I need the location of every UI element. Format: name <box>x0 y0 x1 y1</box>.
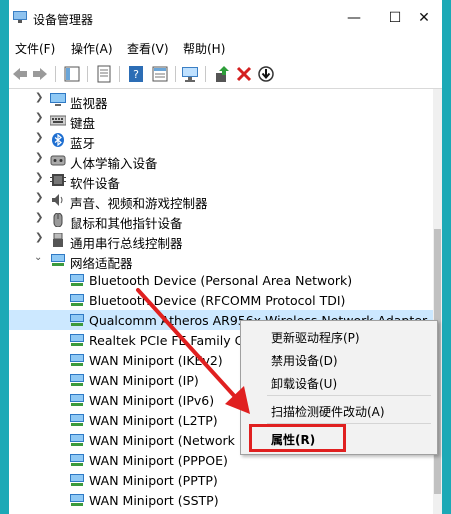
minimize-button[interactable]: — <box>334 0 374 36</box>
tree-item-hid[interactable]: ❯ 人体学输入设备 <box>9 150 433 171</box>
desktop-edge-right <box>442 0 451 514</box>
adapter-item[interactable]: WAN Miniport (PPTP) <box>9 470 433 490</box>
uninstall-x-icon[interactable] <box>235 65 253 83</box>
adapter-label: WAN Miniport (L2TP) <box>89 413 218 428</box>
monitor-scan-icon[interactable] <box>181 65 199 83</box>
adapter-item[interactable]: Bluetooth Device (RFCOMM Protocol TDI) <box>9 290 433 310</box>
tree-item-mouse[interactable]: ❯ 鼠标和其他指针设备 <box>9 210 433 231</box>
adapter-label: WAN Miniport (PPTP) <box>89 473 218 488</box>
collapse-arrow-icon[interactable]: ⌄ <box>34 252 42 263</box>
expand-arrow-icon[interactable]: ❯ <box>35 192 43 203</box>
network-adapter-icon <box>70 394 84 406</box>
network-adapter-icon <box>70 334 84 346</box>
network-adapter-icon <box>70 434 84 446</box>
network-adapter-icon <box>70 314 84 326</box>
tree-item-usb[interactable]: ❯ 通用串行总线控制器 <box>9 230 433 251</box>
network-adapter-icon <box>70 414 84 426</box>
details-view-icon[interactable] <box>151 65 169 83</box>
menu-uninstall-device[interactable]: 卸载设备(U) <box>271 375 337 392</box>
annotation-highlight-box <box>249 424 346 452</box>
adapter-label: Bluetooth Device (Personal Area Network) <box>89 273 353 288</box>
menu-help[interactable]: 帮助(H) <box>183 40 225 57</box>
help-icon[interactable]: ? <box>127 65 145 83</box>
expand-arrow-icon[interactable]: ❯ <box>35 232 43 243</box>
keyboard-icon <box>50 115 66 126</box>
tree-item-software-devices[interactable]: ❯ 软件设备 <box>9 170 433 191</box>
network-adapter-icon <box>70 494 84 506</box>
adapter-label: WAN Miniport (IPv6) <box>89 393 215 408</box>
desktop-edge-left <box>0 0 9 514</box>
properties-sheet-icon[interactable] <box>95 65 113 83</box>
download-circle-icon[interactable] <box>257 65 275 83</box>
hid-icon <box>50 155 66 166</box>
update-driver-icon[interactable] <box>213 65 231 83</box>
network-adapter-icon <box>70 374 84 386</box>
window-title: 设备管理器 <box>33 13 94 27</box>
sound-icon <box>52 194 63 206</box>
console-tree-icon[interactable] <box>63 65 81 83</box>
adapter-label: WAN Miniport (SSTP) <box>89 493 219 508</box>
software-device-icon <box>50 174 66 186</box>
network-adapter-icon <box>70 354 84 366</box>
adapter-label: WAN Miniport (Network <box>89 433 235 448</box>
menu-scan-hardware[interactable]: 扫描检测硬件改动(A) <box>271 403 385 420</box>
expand-arrow-icon[interactable]: ❯ <box>35 152 43 163</box>
device-manager-app-icon <box>13 11 27 23</box>
adapter-label: WAN Miniport (IP) <box>89 373 199 388</box>
adapter-label: Bluetooth Device (RFCOMM Protocol TDI) <box>89 293 346 308</box>
menu-file[interactable]: 文件(F) <box>15 40 55 57</box>
toolbar: ? <box>9 60 442 89</box>
expand-arrow-icon[interactable]: ❯ <box>35 132 43 143</box>
back-arrow-icon[interactable] <box>11 65 29 83</box>
expand-arrow-icon[interactable]: ❯ <box>35 212 43 223</box>
monitor-icon <box>50 93 66 106</box>
adapter-label: WAN Miniport (PPPOE) <box>89 453 228 468</box>
adapter-item[interactable]: Bluetooth Device (Personal Area Network) <box>9 270 433 290</box>
adapter-label: Realtek PCIe FE Family Co <box>89 333 251 348</box>
expand-arrow-icon[interactable]: ❯ <box>35 172 43 183</box>
bluetooth-icon <box>52 133 64 147</box>
tree-item-keyboard[interactable]: ❯ 键盘 <box>9 110 433 131</box>
title-bar: 设备管理器 — ☐ ✕ <box>9 0 442 36</box>
network-adapter-icon <box>70 474 84 486</box>
network-adapter-icon <box>70 274 84 286</box>
expand-arrow-icon[interactable]: ❯ <box>35 112 43 123</box>
adapter-label: WAN Miniport (IKEv2) <box>89 353 223 368</box>
tree-item-sound[interactable]: ❯ 声音、视频和游戏控制器 <box>9 190 433 211</box>
menu-update-driver[interactable]: 更新驱动程序(P) <box>271 329 360 346</box>
network-icon <box>51 254 65 266</box>
menu-separator <box>267 395 431 396</box>
tree-item-bluetooth[interactable]: ❯ 蓝牙 <box>9 130 433 151</box>
close-button[interactable]: ✕ <box>404 0 442 36</box>
menu-bar: 文件(F) 操作(A) 查看(V) 帮助(H) <box>9 36 442 60</box>
forward-arrow-icon[interactable] <box>31 65 49 83</box>
menu-view[interactable]: 查看(V) <box>127 40 169 57</box>
tree-item-network-adapters[interactable]: ⌄ 网络适配器 <box>9 250 433 271</box>
mouse-icon <box>53 213 63 227</box>
menu-action[interactable]: 操作(A) <box>71 40 113 57</box>
network-adapter-icon <box>70 294 84 306</box>
tree-item-monitors[interactable]: ❯ 监视器 <box>9 90 433 111</box>
usb-icon <box>53 233 63 247</box>
svg-text:?: ? <box>133 68 139 81</box>
menu-disable-device[interactable]: 禁用设备(D) <box>271 352 338 369</box>
expand-arrow-icon[interactable]: ❯ <box>35 92 43 103</box>
network-adapter-icon <box>70 454 84 466</box>
adapter-item[interactable]: WAN Miniport (SSTP) <box>9 490 433 510</box>
